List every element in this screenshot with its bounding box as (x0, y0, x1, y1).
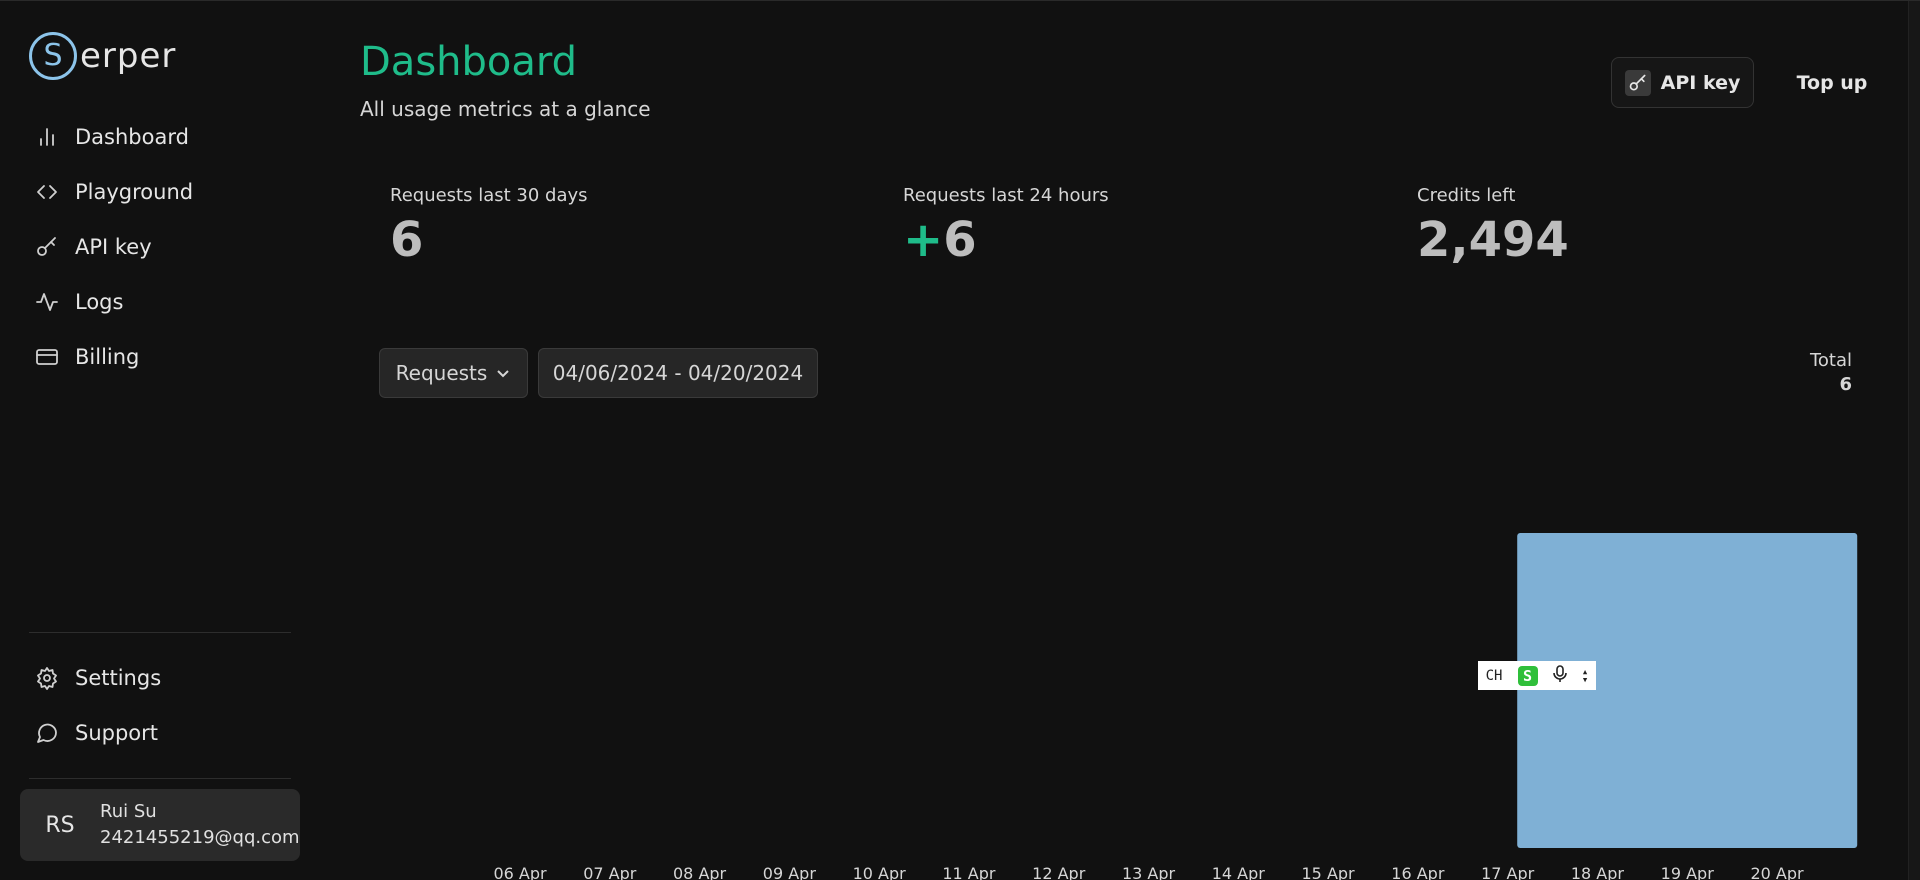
x-tick-label: 06 Apr (493, 864, 547, 880)
message-circle-icon (34, 720, 60, 746)
stat-requests-30-days: Requests last 30 days 6 (390, 185, 588, 264)
chart-bar[interactable] (1517, 533, 1858, 848)
sidebar-item-playground[interactable]: Playground (0, 164, 300, 219)
chevron-down-icon (497, 370, 510, 378)
x-tick-label: 14 Apr (1212, 864, 1266, 880)
stat-prefix: + (903, 212, 944, 268)
user-name: Rui Su (100, 801, 157, 822)
sidebar-item-billing[interactable]: Billing (0, 329, 300, 384)
stat-value: 6 (390, 212, 424, 268)
sidebar-item-label: Settings (75, 665, 162, 690)
sidebar-item-label: Dashboard (75, 124, 189, 149)
microphone-icon[interactable] (1552, 664, 1567, 687)
stat-label: Requests last 30 days (390, 185, 588, 206)
code-icon (34, 179, 60, 205)
user-email: 2421455219@qq.com (100, 827, 300, 848)
serper-logo[interactable]: S erper (29, 32, 176, 80)
date-range-picker[interactable]: 04/06/2024 - 04/20/2024 (538, 348, 818, 398)
logo-mark-icon: S (29, 32, 77, 80)
sidebar-item-logs[interactable]: Logs (0, 274, 300, 329)
sidebar-item-support[interactable]: Support (0, 705, 300, 760)
x-tick-label: 19 Apr (1661, 864, 1715, 880)
x-tick-label: 16 Apr (1391, 864, 1445, 880)
ime-mode-label[interactable]: CH (1486, 668, 1503, 684)
app-window: S erper Dashboard Playground API key Log… (0, 0, 1920, 880)
x-tick-label: 18 Apr (1571, 864, 1625, 880)
stat-number: 6 (943, 212, 977, 268)
sidebar-item-label: Support (75, 720, 159, 745)
sidebar-item-label: Logs (75, 289, 124, 314)
page-subtitle: All usage metrics at a glance (360, 97, 651, 121)
stat-label: Requests last 24 hours (903, 185, 1109, 206)
x-tick-label: 10 Apr (853, 864, 907, 880)
page-scrollbar[interactable] (1908, 1, 1920, 880)
sidebar-item-api-key[interactable]: API key (0, 219, 300, 274)
secondary-nav: Settings Support (0, 650, 300, 760)
sidebar-item-label: Playground (75, 179, 194, 204)
stat-value: +6 (903, 216, 1109, 264)
ime-toolbar[interactable]: CH S ▴ ▾ (1478, 661, 1596, 690)
x-tick-label: 13 Apr (1122, 864, 1176, 880)
top-up-button[interactable]: Top up (1777, 57, 1887, 108)
x-tick-label: 11 Apr (942, 864, 996, 880)
x-tick-label: 12 Apr (1032, 864, 1086, 880)
total-value: 6 (1839, 374, 1852, 395)
more-options-icon[interactable]: ▴ ▾ (1582, 666, 1589, 685)
key-icon (34, 234, 60, 260)
total-summary: Total 6 (1810, 349, 1852, 397)
api-key-button[interactable]: API key (1611, 57, 1754, 108)
user-info: Rui Su 2421455219@qq.com (100, 799, 300, 851)
x-tick-label: 17 Apr (1481, 864, 1535, 880)
total-label: Total (1809, 350, 1852, 371)
x-tick-label: 08 Apr (673, 864, 727, 880)
sidebar-item-settings[interactable]: Settings (0, 650, 300, 705)
avatar: RS (45, 812, 75, 838)
x-tick-label: 20 Apr (1750, 864, 1804, 880)
bar-chart-icon (34, 124, 60, 150)
key-icon (1624, 69, 1651, 96)
logo-text: erper (80, 36, 177, 76)
stat-credits-left: Credits left 2,494 (1417, 185, 1569, 264)
stat-value: 2,494 (1417, 212, 1569, 268)
stat-requests-24-hours: Requests last 24 hours +6 (903, 185, 1109, 264)
api-key-button-label: API key (1660, 71, 1741, 94)
user-card[interactable]: RS Rui Su 2421455219@qq.com (20, 789, 300, 861)
metric-select[interactable]: Requests (379, 348, 528, 398)
sidebar-item-label: API key (75, 234, 152, 259)
main-nav: Dashboard Playground API key Logs Billin… (0, 109, 300, 384)
stat-label: Credits left (1417, 185, 1516, 206)
x-tick-label: 07 Apr (583, 864, 637, 880)
x-tick-label: 15 Apr (1302, 864, 1356, 880)
activity-icon (34, 289, 60, 315)
page-title: Dashboard (360, 39, 578, 85)
gear-icon (34, 665, 60, 691)
sidebar-item-dashboard[interactable]: Dashboard (0, 109, 300, 164)
sidebar-divider (29, 632, 291, 633)
sogou-icon[interactable]: S (1517, 665, 1538, 686)
metric-select-value: Requests (395, 361, 488, 385)
sidebar-item-label: Billing (75, 344, 140, 369)
sidebar-divider (29, 778, 291, 779)
credit-card-icon (34, 344, 60, 370)
x-tick-label: 09 Apr (763, 864, 817, 880)
sidebar: S erper Dashboard Playground API key Log… (0, 1, 300, 880)
